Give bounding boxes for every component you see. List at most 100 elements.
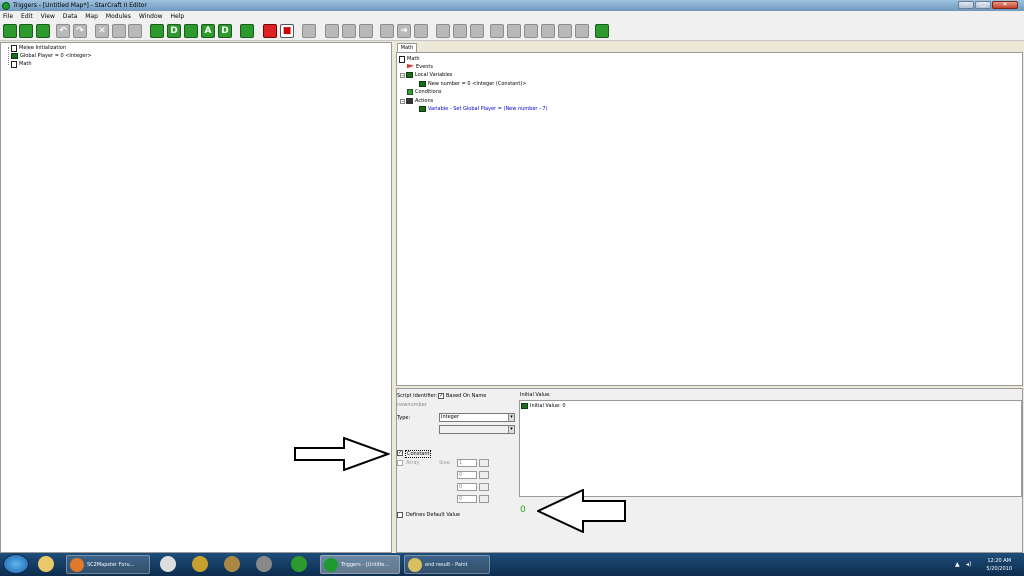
start-button[interactable] xyxy=(3,554,29,574)
tree-action-item[interactable]: Variable - Set Global Player = (New numb… xyxy=(419,105,548,113)
taskbar-paint-label: end result - Paint xyxy=(425,561,468,568)
tree-root-math[interactable]: Math xyxy=(399,55,420,63)
array-size-field[interactable]: 1 xyxy=(457,459,477,467)
initial-value-label: Initial Value: xyxy=(520,392,551,398)
hon-icon[interactable] xyxy=(224,556,240,572)
initial-value-item[interactable]: Initial Value: 0 xyxy=(521,402,566,410)
tree-item-global-player[interactable]: Global Player = 0 <Integer> xyxy=(11,52,92,60)
undo-icon[interactable]: ↶ xyxy=(56,24,70,38)
forward-icon[interactable]: ➜ xyxy=(397,24,411,38)
taskbar-firefox[interactable]: SC2Mapster Foru... xyxy=(66,555,150,574)
stop-icon[interactable]: ■ xyxy=(280,24,294,38)
menu-view[interactable]: View xyxy=(41,13,55,20)
blank-icon[interactable] xyxy=(414,24,428,38)
blank-icon[interactable] xyxy=(575,24,589,38)
type-label: Type: xyxy=(397,415,411,421)
tree-actions[interactable]: − Actions xyxy=(400,97,433,105)
record-icon[interactable] xyxy=(263,24,277,38)
blank-icon[interactable] xyxy=(436,24,450,38)
taskbar-triggers[interactable]: Triggers - [Untitle... xyxy=(320,555,400,574)
defines-default-label: Defines Default Value xyxy=(406,512,461,518)
chevron-down-icon: ▾ xyxy=(508,426,514,433)
explorer-icon[interactable] xyxy=(38,556,54,572)
menu-edit[interactable]: Edit xyxy=(21,13,33,20)
defines-default-checkbox[interactable] xyxy=(397,512,403,518)
type-select[interactable]: Integer ▾ xyxy=(439,413,515,422)
copy-icon[interactable] xyxy=(112,24,126,38)
redo-icon[interactable]: ↷ xyxy=(73,24,87,38)
array-size-field[interactable]: 0 xyxy=(457,495,477,503)
triggers-icon[interactable] xyxy=(240,24,254,38)
menu-help[interactable]: Help xyxy=(171,13,185,20)
module-icon[interactable] xyxy=(302,24,316,38)
tab-math[interactable]: Math xyxy=(397,43,417,52)
blank-icon[interactable] xyxy=(507,24,521,38)
menu-map[interactable]: Map xyxy=(85,13,98,20)
clock[interactable]: 12:20 AM 5/20/2010 xyxy=(986,557,1012,573)
local-variables-label: Local Variables xyxy=(415,72,453,78)
based-on-name-label: Based On Name xyxy=(446,393,487,399)
tree-events[interactable]: Events xyxy=(407,63,433,71)
volume-icon[interactable]: ◂) xyxy=(966,561,971,568)
units-icon[interactable] xyxy=(184,24,198,38)
doodads-icon[interactable]: D xyxy=(167,24,181,38)
tree-item-melee-init[interactable]: Melee Initialization xyxy=(11,44,66,52)
menu-file[interactable]: File xyxy=(3,13,13,20)
tree-local-variables[interactable]: − Local Variables xyxy=(400,71,452,79)
array-checkbox[interactable] xyxy=(397,460,403,466)
menu-data[interactable]: Data xyxy=(63,13,77,20)
collapse-icon[interactable]: − xyxy=(400,72,405,78)
trigger-content-panel[interactable]: Math Events − Local Variables New number… xyxy=(396,52,1023,386)
sc2-icon[interactable] xyxy=(256,556,272,572)
new-map-icon[interactable] xyxy=(3,24,17,38)
spinner[interactable] xyxy=(479,471,489,479)
open-icon[interactable] xyxy=(19,24,33,38)
taskbar-paint[interactable]: end result - Paint xyxy=(404,555,490,574)
data-icon[interactable]: D xyxy=(218,24,232,38)
blank-icon[interactable] xyxy=(558,24,572,38)
paste-icon[interactable] xyxy=(128,24,142,38)
trigger-list-panel[interactable]: Melee Initialization Global Player = 0 <… xyxy=(0,42,392,553)
blank-icon[interactable] xyxy=(342,24,356,38)
wow-icon[interactable] xyxy=(192,556,208,572)
maximize-button[interactable]: □ xyxy=(975,1,991,9)
blank-icon[interactable] xyxy=(470,24,484,38)
blank-icon[interactable] xyxy=(541,24,555,38)
menu-window[interactable]: Window xyxy=(139,13,163,20)
spinner[interactable] xyxy=(479,459,489,467)
window-title: Triggers - [Untitled Map*] - StarCraft I… xyxy=(13,2,147,9)
initial-value-box[interactable]: Initial Value: 0 xyxy=(519,400,1022,497)
terrain-icon[interactable] xyxy=(150,24,164,38)
minimize-button[interactable]: – xyxy=(958,1,974,9)
chrome-icon[interactable] xyxy=(160,556,176,572)
firefox-icon xyxy=(70,557,84,572)
tray-arrow-icon[interactable]: ▲ xyxy=(955,561,960,568)
constant-checkbox[interactable]: ✓ xyxy=(397,450,403,456)
wizard-icon[interactable] xyxy=(595,24,609,38)
blank-icon[interactable] xyxy=(453,24,467,38)
blank-icon[interactable] xyxy=(490,24,504,38)
array-size-field[interactable]: 0 xyxy=(457,471,477,479)
tree-local-var-item[interactable]: New number = 0 <Integer (Constant)> xyxy=(419,80,526,88)
flag-tool-icon[interactable] xyxy=(380,24,394,38)
subtype-select[interactable]: ▾ xyxy=(439,425,515,434)
text-icon[interactable]: A xyxy=(201,24,215,38)
menu-modules[interactable]: Modules xyxy=(106,13,131,20)
blank-icon[interactable] xyxy=(524,24,538,38)
blank-icon[interactable] xyxy=(359,24,373,38)
spinner[interactable] xyxy=(479,483,489,491)
tree-conditions[interactable]: Conditions xyxy=(407,88,441,96)
trigger-doc-icon xyxy=(11,60,17,68)
conditions-label: Conditions xyxy=(415,89,442,95)
blank-icon[interactable] xyxy=(325,24,339,38)
tree-item-math[interactable]: Math xyxy=(11,60,32,68)
collapse-icon[interactable]: − xyxy=(400,98,405,104)
cut-icon[interactable]: ✕ xyxy=(95,24,109,38)
spinner[interactable] xyxy=(479,495,489,503)
close-button[interactable]: ✕ xyxy=(992,1,1018,9)
save-icon[interactable] xyxy=(36,24,50,38)
based-on-name-checkbox[interactable]: ✓ xyxy=(438,393,444,399)
trigger-doc-icon xyxy=(399,55,405,63)
editor-icon[interactable] xyxy=(291,556,307,572)
array-size-field[interactable]: 0 xyxy=(457,483,477,491)
